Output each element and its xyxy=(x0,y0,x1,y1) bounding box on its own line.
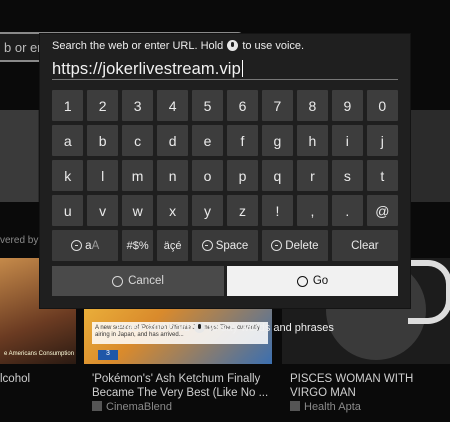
key[interactable]: 5 xyxy=(191,90,224,121)
clear-key[interactable]: Clear xyxy=(331,230,399,261)
key[interactable]: n xyxy=(156,160,189,191)
key-row-letters-3: u v w x y z ! , . @ xyxy=(52,195,399,226)
key[interactable]: g xyxy=(261,125,294,156)
key[interactable]: p xyxy=(226,160,259,191)
key[interactable]: 6 xyxy=(226,90,259,121)
accents-key[interactable]: äçé xyxy=(156,230,189,261)
delete-key[interactable]: Delete xyxy=(261,230,329,261)
news-card-source: CinemaBlend xyxy=(92,401,172,413)
key[interactable]: 4 xyxy=(156,90,189,121)
voice-hint: Press and hold to say words and phrases xyxy=(0,322,450,334)
source-name: CinemaBlend xyxy=(106,401,173,413)
key[interactable]: c xyxy=(121,125,154,156)
key[interactable]: 9 xyxy=(331,90,364,121)
key-row-letters-2: k l m n o p q r s t xyxy=(52,160,399,191)
back-button-icon xyxy=(112,275,124,287)
play-pause-button-icon xyxy=(296,275,308,287)
voice-button-icon xyxy=(193,322,205,333)
rewind-button-icon xyxy=(271,240,283,251)
hint-text: Search the web or enter URL. Hold xyxy=(52,40,227,52)
channel-badge: 3 xyxy=(98,350,118,360)
key[interactable]: r xyxy=(296,160,329,191)
key[interactable]: z xyxy=(226,195,259,226)
url-input[interactable]: https://jokerlivestream.vip xyxy=(52,58,398,80)
key[interactable]: j xyxy=(366,125,399,156)
menu-button-icon xyxy=(71,240,83,251)
key[interactable]: @ xyxy=(366,195,399,226)
case-toggle-key[interactable]: aA xyxy=(52,230,119,261)
key[interactable]: x xyxy=(156,195,189,226)
key[interactable]: , xyxy=(296,195,329,226)
key[interactable]: o xyxy=(191,160,224,191)
key[interactable]: i xyxy=(331,125,364,156)
voice-button-icon xyxy=(227,40,239,51)
url-keyboard-dialog: Search the web or enter URL. Hold to use… xyxy=(40,34,410,308)
key[interactable]: t xyxy=(366,160,399,191)
news-card-source: Health Apta xyxy=(290,401,361,413)
case-toggle-label-alt: A xyxy=(91,239,100,252)
symbols-key[interactable]: #$% xyxy=(121,230,154,261)
voice-hint-text: to say words and phrases xyxy=(205,322,334,334)
background-search-text: b or en xyxy=(4,40,45,55)
dialog-actions: Cancel Go xyxy=(52,266,398,296)
background-banner-tile xyxy=(0,110,38,202)
key[interactable]: b xyxy=(86,125,119,156)
key-row-digits: 1 2 3 4 5 6 7 8 9 0 xyxy=(52,90,399,121)
key[interactable]: f xyxy=(226,125,259,156)
key[interactable]: 7 xyxy=(261,90,294,121)
key[interactable]: q xyxy=(261,160,294,191)
key[interactable]: . xyxy=(331,195,364,226)
news-card-title[interactable]: 'Pokémon's' Ash Ketchum Finally Became T… xyxy=(92,372,272,400)
go-button-label: Go xyxy=(312,275,329,287)
key[interactable]: 1 xyxy=(52,90,84,121)
key[interactable]: s xyxy=(331,160,364,191)
source-logo-icon xyxy=(92,401,102,411)
space-key[interactable]: Space xyxy=(191,230,259,261)
key[interactable]: w xyxy=(121,195,154,226)
key[interactable]: u xyxy=(52,195,84,226)
key[interactable]: 0 xyxy=(366,90,399,121)
key-grid: 1 2 3 4 5 6 7 8 9 0 a b c d e f g h i j … xyxy=(52,90,399,265)
key[interactable]: v xyxy=(86,195,119,226)
text-caret xyxy=(241,60,243,77)
space-key-label: Space xyxy=(215,239,249,252)
fast-forward-button-icon xyxy=(201,240,213,251)
key[interactable]: m xyxy=(121,160,154,191)
voice-hint-text: Press and hold xyxy=(116,322,193,334)
url-input-value: https://jokerlivestream.vip xyxy=(52,60,241,78)
key[interactable]: a xyxy=(52,125,84,156)
key[interactable]: d xyxy=(156,125,189,156)
hint-text: to use voice. xyxy=(239,40,305,52)
key[interactable]: k xyxy=(52,160,84,191)
virgo-glyph-icon xyxy=(408,260,450,324)
key[interactable]: 3 xyxy=(121,90,154,121)
source-name: Health Apta xyxy=(304,401,361,413)
key[interactable]: e xyxy=(191,125,224,156)
key-row-letters-1: a b c d e f g h i j xyxy=(52,125,399,156)
news-card-title[interactable]: lcohol xyxy=(0,372,78,386)
cancel-button[interactable]: Cancel xyxy=(52,266,224,296)
thumbnail-caption: e Americans Consumption xyxy=(4,351,75,357)
key[interactable]: 2 xyxy=(86,90,119,121)
key[interactable]: l xyxy=(86,160,119,191)
go-button[interactable]: Go xyxy=(227,266,398,296)
key-row-functions: aA #$% äçé Space Delete Clear xyxy=(52,230,399,261)
keyboard-hint: Search the web or enter URL. Hold to use… xyxy=(52,40,304,52)
delete-key-label: Delete xyxy=(285,239,319,252)
source-logo-icon xyxy=(290,401,300,411)
background-section-label: vered by xyxy=(0,235,39,246)
cancel-button-label: Cancel xyxy=(128,275,164,287)
key[interactable]: y xyxy=(191,195,224,226)
key[interactable]: ! xyxy=(261,195,294,226)
key[interactable]: h xyxy=(296,125,329,156)
key[interactable]: 8 xyxy=(296,90,329,121)
news-card-title[interactable]: PISCES WOMAN WITH VIRGO MAN xyxy=(290,372,450,400)
